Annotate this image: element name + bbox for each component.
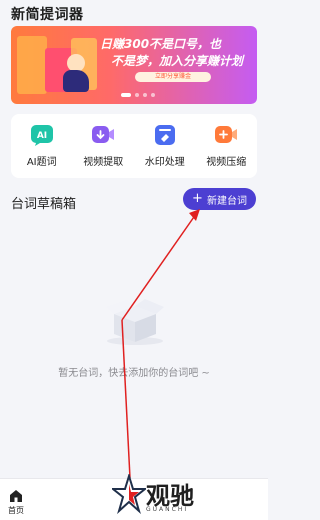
tool-label: 水印处理 [144, 157, 185, 168]
tool-video-extract[interactable]: 视频提取 [73, 114, 135, 178]
empty-state-text: 暂无台词，快去添加你的台词吧 ~ [58, 368, 210, 379]
banner-headline-2: 不是梦，加入分享赚计划 [111, 54, 244, 68]
svg-text:AI: AI [37, 131, 47, 141]
banner-dot[interactable] [135, 93, 139, 97]
annotation-arrowhead [189, 209, 200, 221]
tool-label: 视频压缩 [206, 157, 247, 168]
watermark-logo-icon [110, 472, 148, 515]
site-watermark: 观驰 GUANCHI [110, 472, 212, 518]
banner-cta-button[interactable]: 立即分享赚金 [135, 72, 211, 82]
ai-icon: AI [30, 123, 54, 147]
home-icon [10, 490, 22, 502]
watermark-icon [153, 123, 177, 147]
app-title: 新简提词器 [11, 7, 84, 23]
tool-label: 视频提取 [83, 157, 124, 168]
tool-watermark[interactable]: 水印处理 [134, 114, 196, 178]
banner-dot-active[interactable] [121, 93, 131, 97]
watermark-subtext: GUANCHI [146, 506, 189, 513]
banner-decoration [17, 36, 47, 94]
nav-tab-home-label: 首页 [8, 506, 24, 515]
new-script-button-label: 新建台词 [206, 195, 247, 207]
drafts-section-title: 台词草稿箱 [11, 197, 77, 212]
tool-label: AI题词 [26, 157, 57, 168]
empty-box-icon [100, 296, 170, 346]
nav-tab-home[interactable]: 首页 [8, 489, 24, 516]
tool-video-compress[interactable]: 视频压缩 [196, 114, 258, 178]
video-extract-icon [91, 123, 115, 147]
plus-icon: + [192, 191, 203, 206]
banner-pagination [121, 93, 155, 97]
banner-figure-body [63, 70, 89, 92]
video-compress-icon [214, 123, 238, 147]
promo-banner[interactable]: 日赚300不是口号，也 不是梦，加入分享赚计划 立即分享赚金 [11, 26, 257, 104]
tools-panel: AI AI题词 视频提取 水印处理 视频压缩 [11, 114, 257, 178]
banner-headline-1: 日赚300不是口号，也 [100, 37, 222, 51]
banner-dot[interactable] [151, 93, 155, 97]
new-script-button[interactable]: + 新建台词 [183, 188, 256, 210]
tool-ai-prompt[interactable]: AI AI题词 [11, 114, 73, 178]
banner-dot[interactable] [143, 93, 147, 97]
